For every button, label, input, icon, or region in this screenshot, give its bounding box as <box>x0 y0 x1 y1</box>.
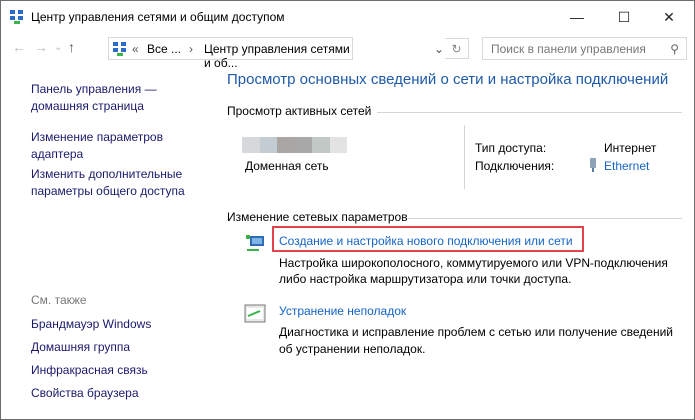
sidebar-adapter-link[interactable]: Изменение параметров адаптера <box>31 129 163 163</box>
sidebar-link-infrared[interactable]: Инфракрасная связь <box>31 362 148 379</box>
title-bar: Центр управления сетями и общим доступом… <box>1 1 694 33</box>
search-input[interactable]: Поиск в панели управления ⚲ <box>482 37 687 60</box>
breadcrumb-current[interactable]: Центр управления сетями и об... <box>204 42 352 70</box>
link-text: Изменить дополнительные <box>31 167 183 181</box>
ethernet-icon <box>590 158 596 172</box>
change-settings-heading: Изменение сетевых параметров <box>227 210 408 224</box>
troubleshoot-link[interactable]: Устранение неполадок <box>279 304 406 318</box>
up-button[interactable]: ↑ <box>68 39 75 55</box>
window-title: Центр управления сетями и общим доступом <box>31 10 285 24</box>
connections-label: Подключения: <box>475 159 555 173</box>
access-type-value: Интернет <box>604 141 657 155</box>
ethernet-link[interactable]: Ethernet <box>604 159 649 173</box>
divider <box>408 218 682 219</box>
new-connection-link[interactable]: Создание и настройка нового подключения … <box>279 234 573 248</box>
window: Центр управления сетями и общим доступом… <box>0 0 695 420</box>
desc-line: об устранении неполадок. <box>279 342 426 356</box>
desc-line: Настройка широкополосного, коммутируемог… <box>279 256 668 270</box>
minimize-button[interactable]: — <box>554 5 600 29</box>
network-center-icon <box>113 42 126 56</box>
close-button[interactable]: ✕ <box>646 5 692 29</box>
network-type: Доменная сеть <box>245 159 329 173</box>
maximize-button[interactable]: ☐ <box>601 5 647 29</box>
link-text: адаптера <box>31 147 84 161</box>
active-networks-heading: Просмотр активных сетей <box>227 104 372 118</box>
breadcrumb-separator[interactable]: › <box>189 42 193 56</box>
desc-line: Диагностика и исправление проблем с сеть… <box>279 325 674 339</box>
address-dropdown[interactable]: ⌄ <box>434 42 444 56</box>
page-title: Просмотр основных сведений о сети и наст… <box>227 71 669 88</box>
new-connection-description: Настройка широкополосного, коммутируемог… <box>279 255 668 287</box>
sidebar-sharing-link[interactable]: Изменить дополнительные параметры общего … <box>31 166 185 200</box>
link-text: домашняя страница <box>31 99 144 113</box>
forward-button[interactable]: → <box>34 39 48 55</box>
network-center-icon <box>10 10 23 24</box>
sidebar-link-homegroup[interactable]: Домашняя группа <box>31 339 130 356</box>
access-type-label: Тип доступа: <box>475 141 547 155</box>
breadcrumb-all[interactable]: Все ... <box>147 42 181 56</box>
recent-locations-button[interactable]: ⌄ <box>54 42 62 53</box>
search-placeholder: Поиск в панели управления <box>491 42 646 56</box>
back-button[interactable]: ← <box>12 39 26 55</box>
see-also-label: См. также <box>31 293 87 307</box>
link-text: Панель управления — <box>31 82 157 96</box>
troubleshoot-icon <box>244 304 266 323</box>
network-name-redacted <box>242 137 347 153</box>
desc-line: либо настройка маршрутизатора или точки … <box>279 272 572 286</box>
new-connection-icon <box>246 235 264 251</box>
link-text: параметры общего доступа <box>31 184 185 198</box>
vertical-divider <box>464 125 465 189</box>
search-icon[interactable]: ⚲ <box>670 42 679 56</box>
overflow-chevron[interactable]: « <box>132 42 139 56</box>
refresh-button[interactable]: ↻ <box>445 38 469 59</box>
address-bar[interactable]: « Все ... › Центр управления сетями и об… <box>108 37 444 70</box>
sidebar-link-browser[interactable]: Свойства браузера <box>31 385 139 402</box>
troubleshoot-description: Диагностика и исправление проблем с сеть… <box>279 324 673 358</box>
divider <box>377 112 682 113</box>
link-text: Изменение параметров <box>31 130 163 144</box>
sidebar-link-firewall[interactable]: Брандмауэр Windows <box>31 316 151 333</box>
sidebar-home-link[interactable]: Панель управления — домашняя страница <box>31 81 157 115</box>
